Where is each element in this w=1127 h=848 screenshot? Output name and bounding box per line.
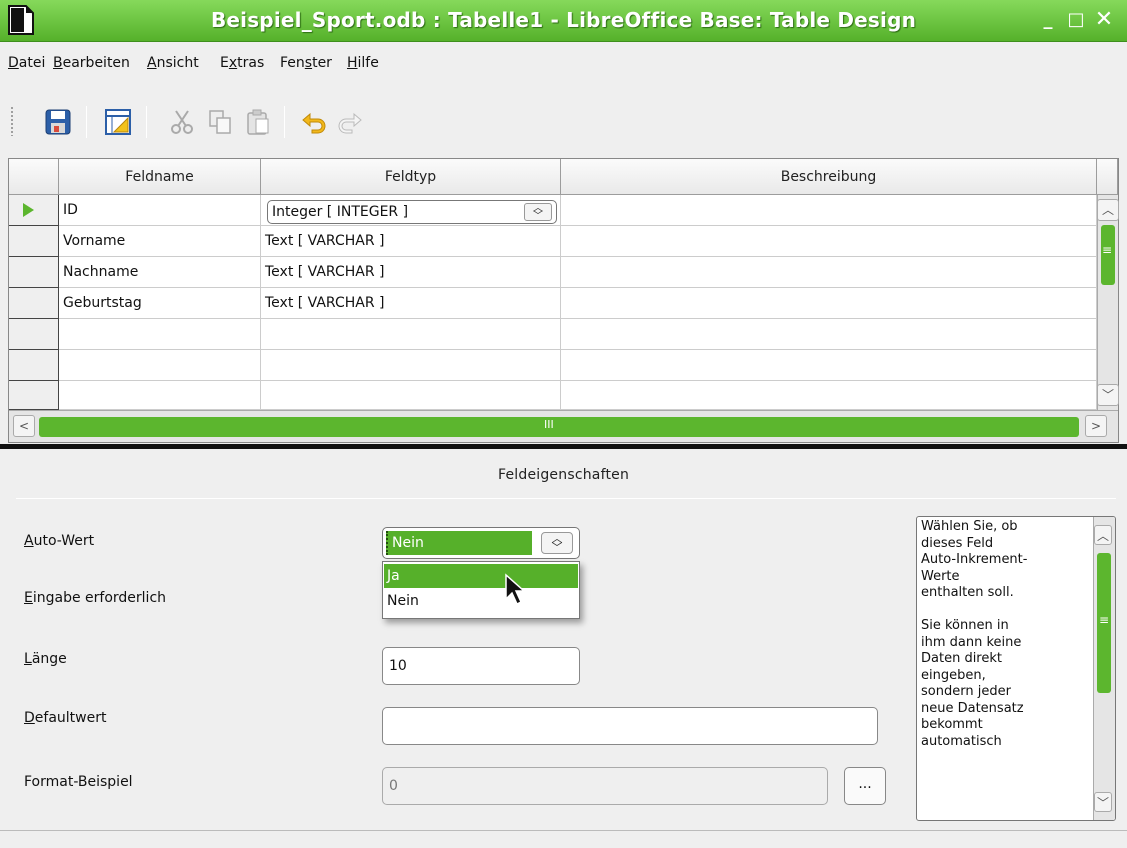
bottom-border: [0, 830, 1127, 831]
grip-icon: ≡: [1102, 243, 1113, 257]
row-header[interactable]: [9, 319, 59, 350]
pane-splitter[interactable]: [0, 444, 1127, 449]
minimize-button[interactable]: _: [1036, 8, 1060, 32]
label-auto-wert: Auto-Wert: [24, 533, 95, 549]
index-design-icon[interactable]: [104, 108, 132, 136]
menu-bearbeiten[interactable]: Bearbeiten: [53, 55, 130, 71]
cell-feldname[interactable]: Geburtstag: [59, 288, 261, 319]
horizontal-scrollbar[interactable]: < III >: [9, 410, 1118, 442]
help-scrollbar[interactable]: ︿ ≡ ﹀: [1093, 517, 1115, 820]
field-type-select[interactable]: Integer [ INTEGER ] ︿ ﹀: [267, 200, 557, 224]
undo-icon[interactable]: [300, 108, 328, 136]
dropdown-option-nein[interactable]: Nein: [384, 589, 578, 613]
cell-feldname[interactable]: Nachname: [59, 257, 261, 288]
copy-icon[interactable]: [206, 108, 234, 136]
help-text-box: Wählen Sie, ob dieses Feld Auto-Inkremen…: [916, 516, 1116, 821]
column-header-feldname[interactable]: Feldname: [59, 159, 261, 195]
column-header-beschreibung[interactable]: Beschreibung: [561, 159, 1097, 195]
cell-beschreibung[interactable]: [561, 319, 1097, 350]
scroll-down-icon[interactable]: ﹀: [1094, 792, 1112, 812]
scroll-right-icon[interactable]: >: [1085, 415, 1107, 437]
menu-fenster[interactable]: Fenster: [280, 55, 332, 71]
row-header[interactable]: [9, 350, 59, 381]
properties-divider: [16, 498, 1116, 499]
format-example-input: 0: [382, 767, 828, 805]
label-defaultwert: Defaultwert: [24, 710, 107, 726]
field-type-value: Integer [ INTEGER ]: [272, 204, 409, 220]
cell-beschreibung[interactable]: [561, 195, 1097, 226]
dropdown-option-ja[interactable]: Ja: [384, 564, 578, 588]
menu-datei[interactable]: Datei: [8, 55, 45, 71]
auto-wert-value: Nein: [386, 531, 532, 555]
window-title: Beispiel_Sport.odb : Tabelle1 - LibreOff…: [210, 8, 917, 32]
auto-wert-dropdown: Ja Nein: [382, 561, 580, 619]
spin-arrows-icon[interactable]: ︿ ﹀: [541, 532, 573, 554]
current-row-icon: [23, 203, 34, 217]
paste-icon[interactable]: [244, 108, 272, 136]
defaultwert-input[interactable]: [382, 707, 878, 745]
column-header-feldtyp[interactable]: Feldtyp: [261, 159, 561, 195]
label-laenge: Länge: [24, 651, 67, 667]
toolbar: [0, 86, 1127, 146]
properties-title: Feldeigenschaften: [497, 467, 630, 483]
cell-beschreibung[interactable]: [561, 257, 1097, 288]
header-spacer: [1097, 159, 1118, 195]
scroll-up-icon[interactable]: ︿: [1094, 525, 1112, 545]
cell-feldtyp[interactable]: Text [ VARCHAR ]: [261, 288, 561, 319]
save-icon[interactable]: [44, 108, 72, 136]
cell-feldname[interactable]: ID: [59, 195, 261, 226]
help-text: Wählen Sie, ob dieses Feld Auto-Inkremen…: [921, 519, 1028, 749]
mouse-pointer-icon: [505, 573, 526, 606]
cell-beschreibung[interactable]: [561, 226, 1097, 257]
grip-icon: III: [544, 418, 554, 431]
scroll-down-icon[interactable]: ﹀: [1097, 384, 1119, 406]
grip-icon: ≡: [1099, 613, 1110, 627]
cell-beschreibung[interactable]: [561, 350, 1097, 381]
row-header[interactable]: [9, 226, 59, 257]
row-header[interactable]: [9, 381, 59, 410]
title-bar: Beispiel_Sport.odb : Tabelle1 - LibreOff…: [0, 0, 1127, 42]
vertical-scrollbar[interactable]: ︿ ≡ ﹀: [1097, 195, 1119, 410]
toolbar-separator: [86, 106, 87, 138]
scrollbar-thumb[interactable]: ≡: [1097, 553, 1111, 693]
cell-feldname[interactable]: Vorname: [59, 226, 261, 257]
label-format-beispiel: Format-Beispiel: [24, 774, 133, 790]
close-button[interactable]: ✕: [1092, 8, 1116, 32]
scrollbar-thumb[interactable]: III: [39, 417, 1079, 437]
cell-feldtyp[interactable]: Text [ VARCHAR ]: [261, 257, 561, 288]
corner-header: [9, 159, 59, 195]
scroll-up-icon[interactable]: ︿: [1097, 199, 1119, 221]
toolbar-separator: [146, 106, 147, 138]
cell-feldname[interactable]: [59, 319, 261, 350]
menu-bar: Datei Bearbeiten Ansicht Extras Fenster …: [0, 42, 1127, 86]
toolbar-separator: [284, 106, 285, 138]
cut-icon[interactable]: [168, 108, 196, 136]
row-header[interactable]: [9, 257, 59, 288]
cell-feldname[interactable]: [59, 350, 261, 381]
menu-extras[interactable]: Extras: [220, 55, 264, 71]
laenge-input[interactable]: 10: [382, 647, 580, 685]
cell-feldtyp[interactable]: Text [ VARCHAR ]: [261, 226, 561, 257]
scrollbar-thumb[interactable]: ≡: [1101, 225, 1115, 285]
maximize-button[interactable]: □: [1064, 8, 1088, 32]
cell-feldtyp[interactable]: [261, 381, 561, 410]
table-design-grid: Feldname Feldtyp Beschreibung ID Vorname…: [8, 158, 1119, 443]
toolbar-grip[interactable]: [10, 106, 15, 136]
row-header[interactable]: [9, 288, 59, 319]
cell-feldname[interactable]: [59, 381, 261, 410]
row-header[interactable]: [9, 195, 59, 226]
cell-beschreibung[interactable]: [561, 381, 1097, 410]
spin-arrows-icon[interactable]: ︿ ﹀: [524, 203, 552, 222]
auto-wert-select[interactable]: Nein ︿ ﹀: [382, 527, 580, 559]
format-button[interactable]: ...: [844, 767, 886, 805]
redo-icon[interactable]: [336, 108, 364, 136]
cell-feldtyp[interactable]: [261, 319, 561, 350]
cell-beschreibung[interactable]: [561, 288, 1097, 319]
menu-hilfe[interactable]: Hilfe: [347, 55, 379, 71]
scroll-left-icon[interactable]: <: [13, 415, 35, 437]
label-eingabe-erforderlich: Eingabe erforderlich: [24, 590, 167, 606]
cell-feldtyp[interactable]: [261, 350, 561, 381]
menu-ansicht[interactable]: Ansicht: [147, 55, 199, 71]
